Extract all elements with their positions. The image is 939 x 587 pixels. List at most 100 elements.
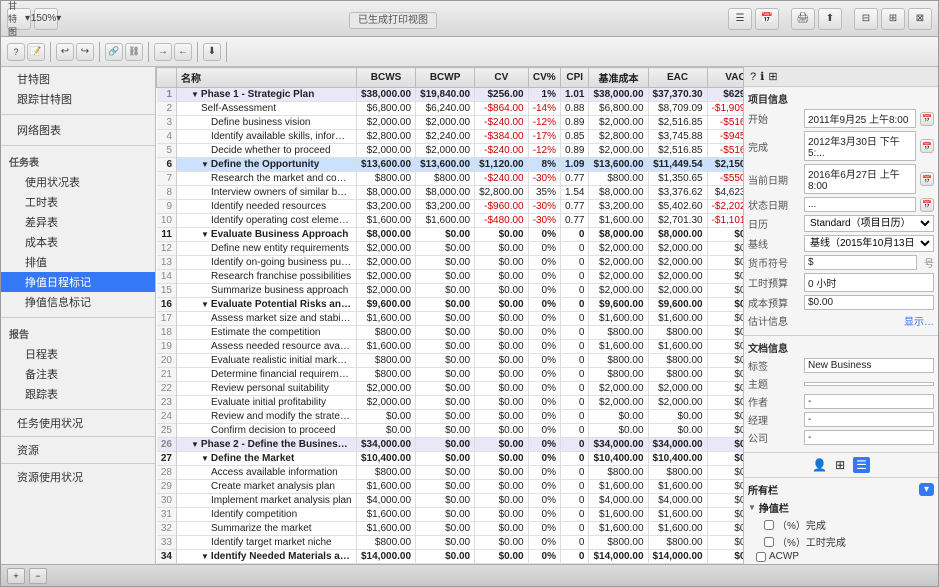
rp-status-calendar[interactable]: 📅 <box>920 198 934 212</box>
sidebar-item-usage[interactable]: 使用状况表 <box>1 172 155 192</box>
sidebar-item-cost[interactable]: 成本表 <box>1 232 155 252</box>
zoom-selector[interactable]: 150% ▾ <box>34 8 58 30</box>
rp-currency-value[interactable]: $ <box>804 255 917 270</box>
view-btn-3[interactable]: ⊠ <box>908 8 932 30</box>
table-row[interactable]: 26▼Phase 2 - Define the Business Opportu… <box>157 438 744 452</box>
table-row[interactable]: 27▼Define the Market$10,400.00$0.00$0.00… <box>157 452 744 466</box>
table-row[interactable]: 3Define business vision$2,000.00$2,000.0… <box>157 116 744 130</box>
col-header-vac[interactable]: VAC <box>707 68 743 88</box>
outdent-btn[interactable]: ← <box>174 43 192 61</box>
sidebar-item-track-gant[interactable]: 跟踪甘特图 <box>1 89 155 109</box>
table-row[interactable]: 29Create market analysis plan$1,600.00$0… <box>157 480 744 494</box>
table-row[interactable]: 18Estimate the competition$800.00$0.00$0… <box>157 326 744 340</box>
undo-btn[interactable]: ↩ <box>56 43 74 61</box>
rp-start-value[interactable]: 2011年9月25 上午8:00 <box>804 109 916 128</box>
table-row[interactable]: 34▼Identify Needed Materials and Supplie… <box>157 550 744 564</box>
view-btn-2[interactable]: ⊞ <box>881 8 905 30</box>
rp-status-date-value[interactable]: ... <box>804 197 916 212</box>
column-checkbox[interactable] <box>764 537 774 547</box>
col-header-eac[interactable]: EAC <box>648 68 707 88</box>
indent-btn[interactable]: → <box>154 43 172 61</box>
rp-work-value[interactable]: 0 小时 <box>804 273 934 292</box>
rp-current-calendar[interactable]: 📅 <box>920 172 934 186</box>
sidebar-item-track[interactable]: 跟踪表 <box>1 384 155 404</box>
sidebar-item-earned-schedule[interactable]: 挣值日程标记 <box>1 272 155 292</box>
table-row[interactable]: 17Assess market size and stability$1,600… <box>157 312 744 326</box>
col-header-cv[interactable]: CV <box>475 68 529 88</box>
table-row[interactable]: 32Summarize the market$1,600.00$0.00$0.0… <box>157 522 744 536</box>
table-row[interactable]: 5Decide whether to proceed$2,000.00$2,00… <box>157 144 744 158</box>
table-row[interactable]: 23Evaluate initial profitability$2,000.0… <box>157 396 744 410</box>
column-checkbox-item[interactable]: （%）完成 <box>748 517 934 532</box>
col-header-cvpct[interactable]: CV% <box>528 68 560 88</box>
table-row[interactable]: 33Identify target market niche$800.00$0.… <box>157 536 744 550</box>
sidebar-item-gant[interactable]: 甘特图 <box>1 69 155 89</box>
table-row[interactable]: 2Self-Assessment$6,800.00$6,240.00-$864.… <box>157 102 744 116</box>
table-row[interactable]: 11▼Evaluate Business Approach$8,000.00$0… <box>157 228 744 242</box>
sidebar-item-resources[interactable]: 资源 <box>1 440 155 460</box>
table-row[interactable]: 20Evaluate realistic initial market shar… <box>157 354 744 368</box>
sidebar-item-earned-info[interactable]: 挣值信息标记 <box>1 292 155 312</box>
table-row[interactable]: 14Research franchise possibilities$2,000… <box>157 270 744 284</box>
col-header-bcwp[interactable]: BCWP <box>416 68 475 88</box>
no-button[interactable]: 甘特图 ▾ <box>7 8 31 30</box>
table-row[interactable]: 28Access available information$800.00$0.… <box>157 466 744 480</box>
table-row[interactable]: 4Identify available skills, information … <box>157 130 744 144</box>
table-row[interactable]: 31Identify competition$1,600.00$0.00$0.0… <box>157 508 744 522</box>
bb-minus-btn[interactable]: − <box>29 568 47 584</box>
table-row[interactable]: 22Review personal suitability$2,000.00$0… <box>157 382 744 396</box>
rp-baseline-select[interactable]: 基线（2015年10月13日 下午1...) <box>804 235 934 252</box>
rp-author-value[interactable]: - <box>804 394 934 409</box>
col-header-base[interactable]: 基准成本 <box>589 68 648 88</box>
table-container[interactable]: 名称 BCWS BCWP CV CV% CPI 基准成本 EAC VAC TCP… <box>156 67 743 564</box>
unlink-btn[interactable]: ⛓ <box>125 43 143 61</box>
rp-current-date-value[interactable]: 2016年6月27日 上午8:00 <box>804 164 916 194</box>
column-checkbox-item[interactable]: ACWP <box>748 551 934 562</box>
rp-start-calendar[interactable]: 📅 <box>920 112 934 126</box>
table-row[interactable]: 19Assess needed resource availability$1,… <box>157 340 744 354</box>
view-btn-1[interactable]: ⊟ <box>854 8 878 30</box>
rp-show-btn[interactable]: 显示… <box>904 313 934 328</box>
table-row[interactable]: 10Identify operating cost elements$1,600… <box>157 214 744 228</box>
rp-finish-calendar[interactable]: 📅 <box>920 139 934 153</box>
rp-icon-grid[interactable]: ⊞ <box>768 70 777 83</box>
sidebar-item-resource-usage[interactable]: 资源使用状况 <box>1 467 155 487</box>
rp-manager-value[interactable]: - <box>804 412 934 427</box>
rp-col-icon-grid[interactable]: ⊞ <box>835 458 845 472</box>
col-header-cpi[interactable]: CPI <box>560 68 588 88</box>
table-row[interactable]: 16▼Evaluate Potential Risks and Rewards$… <box>157 298 744 312</box>
list-view-btn[interactable]: ☰ <box>728 8 752 30</box>
calendar-btn[interactable]: 📅 <box>755 8 779 30</box>
sidebar-item-network[interactable]: 网络图表 <box>1 120 155 140</box>
table-row[interactable]: 13Identify on-going business purchase op… <box>157 256 744 270</box>
sidebar-item-time[interactable]: 工时表 <box>1 192 155 212</box>
table-row[interactable]: 30Implement market analysis plan$4,000.0… <box>157 494 744 508</box>
rp-finish-value[interactable]: 2012年3月30日 下午5:... <box>804 131 916 161</box>
bb-add-btn[interactable]: + <box>7 568 25 584</box>
column-checkbox-item[interactable]: （%）工时完成 <box>748 534 934 549</box>
note-btn[interactable]: 📝 <box>27 43 45 61</box>
table-row[interactable]: 12Define new entity requirements$2,000.0… <box>157 242 744 256</box>
table-row[interactable]: 25Confirm decision to proceed$0.00$0.00$… <box>157 424 744 438</box>
rp-col-icon-list[interactable]: ☰ <box>853 457 870 473</box>
rp-cost-value[interactable]: $0.00 <box>804 295 934 310</box>
col-header-name[interactable]: 名称 <box>177 68 357 88</box>
table-row[interactable]: 21Determine financial requirements$800.0… <box>157 368 744 382</box>
column-checkbox[interactable] <box>756 552 766 562</box>
table-row[interactable]: 6▼Define the Opportunity$13,600.00$13,60… <box>157 158 744 172</box>
add-row-btn[interactable]: ⬇ <box>203 43 221 61</box>
rp-col-icon-person[interactable]: 👤 <box>812 458 827 472</box>
rp-icon-info[interactable]: ℹ <box>760 70 764 83</box>
print-btn[interactable]: 🖨 <box>791 8 815 30</box>
table-row[interactable]: 7Research the market and competition$800… <box>157 172 744 186</box>
help-btn[interactable]: ? <box>7 43 25 61</box>
table-row[interactable]: 9Identify needed resources$3,200.00$3,20… <box>157 200 744 214</box>
rp-icon-question[interactable]: ? <box>750 71 756 83</box>
sidebar-item-earned[interactable]: 排值 <box>1 252 155 272</box>
table-row[interactable]: 15Summarize business approach$2,000.00$0… <box>157 284 744 298</box>
rp-theme-value[interactable] <box>804 382 934 386</box>
table-row[interactable]: 8Interview owners of similar businesses$… <box>157 186 744 200</box>
share-btn[interactable]: ⬆ <box>818 8 842 30</box>
table-row[interactable]: 1▼Phase 1 - Strategic Plan$38,000.00$19,… <box>157 88 744 102</box>
link-btn[interactable]: 🔗 <box>105 43 123 61</box>
